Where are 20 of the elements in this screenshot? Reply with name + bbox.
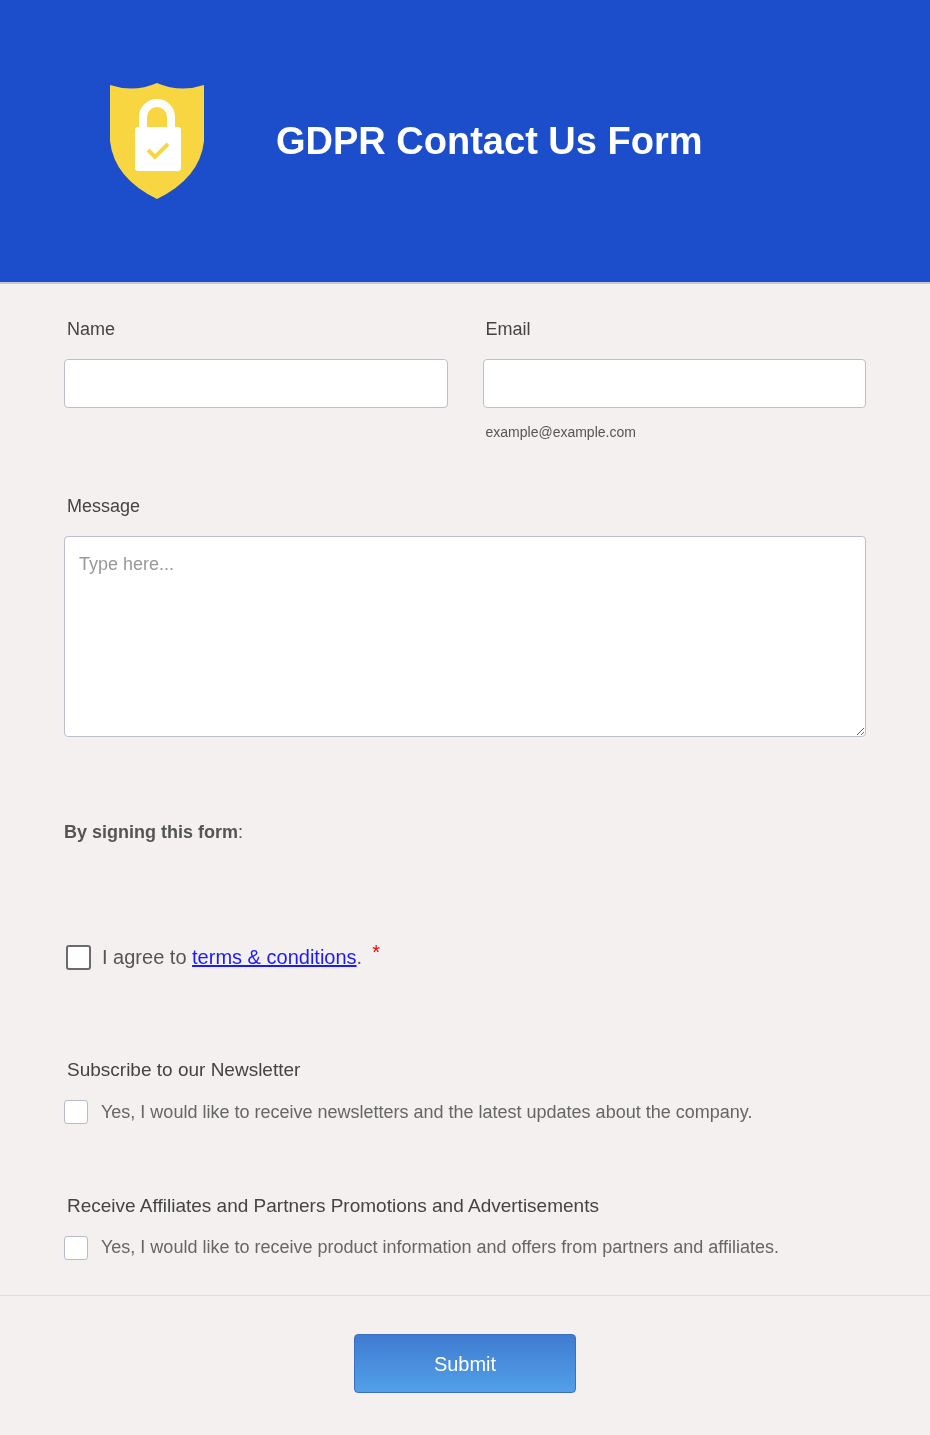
form-title: GDPR Contact Us Form — [276, 118, 703, 164]
field-label: Name — [67, 318, 116, 341]
shield-lock-icon — [110, 83, 204, 199]
field-label: Message — [67, 495, 142, 518]
field-hint: example@example.com — [485, 423, 637, 442]
checkbox[interactable] — [64, 1100, 88, 1124]
signing-heading: By signing this form: — [64, 821, 245, 844]
input-field[interactable] — [482, 359, 866, 408]
field-label: Email — [485, 318, 532, 341]
message-field[interactable]: Type here... — [64, 536, 866, 737]
agree-text: I agree to terms & conditions. — [102, 945, 363, 970]
terms-link[interactable]: terms & conditions — [192, 946, 357, 968]
checkbox[interactable] — [64, 1235, 88, 1260]
option-label: Yes, I would like to receive newsletters and the latest updates about the company. — [101, 1100, 753, 1124]
section-heading: Subscribe to our Newsletter — [67, 1058, 302, 1082]
checkbox[interactable] — [66, 944, 91, 970]
option-label: Yes, I would like to receive product information and offers from partners and affiliates. — [101, 1236, 780, 1259]
input-field[interactable] — [64, 359, 448, 408]
section-heading: Receive Affiliates and Partners Promotions and Advertisements — [67, 1193, 600, 1218]
required-mark: * — [372, 940, 380, 965]
